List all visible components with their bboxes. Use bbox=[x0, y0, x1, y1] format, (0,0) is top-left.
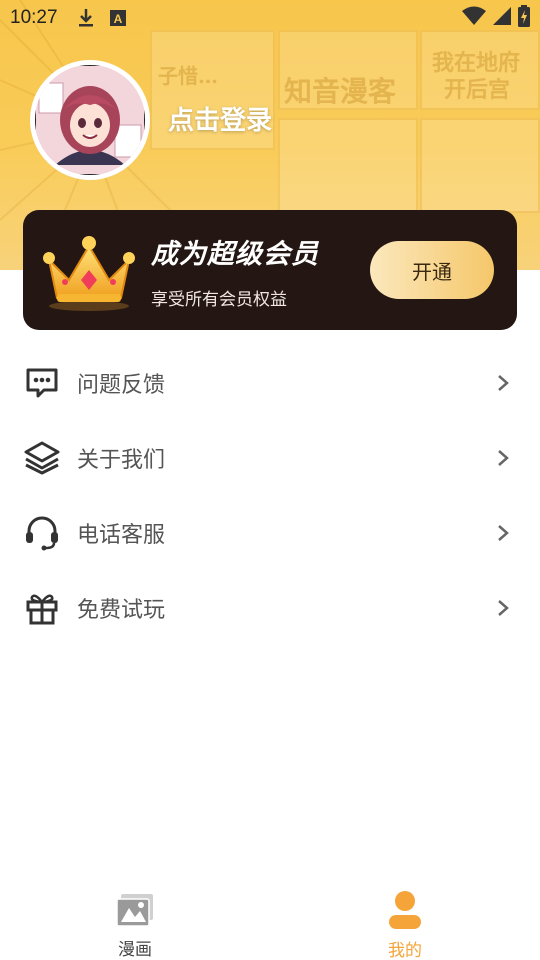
download-icon bbox=[74, 6, 98, 30]
menu-item-phone-support[interactable]: 电话客服 bbox=[0, 495, 540, 570]
battery-icon bbox=[518, 5, 530, 31]
chevron-right-icon bbox=[498, 524, 509, 541]
gift-icon bbox=[24, 590, 60, 626]
svg-text:A: A bbox=[113, 12, 122, 26]
vip-title: 成为超级会员 bbox=[151, 239, 319, 270]
chevron-right-icon bbox=[498, 374, 509, 391]
status-bar: 10:27 A bbox=[0, 0, 540, 36]
user-icon bbox=[385, 890, 425, 930]
menu-item-label: 免费试玩 bbox=[77, 597, 166, 623]
hero-decor-text: 知音漫客 bbox=[284, 75, 397, 108]
layers-icon bbox=[24, 440, 60, 476]
menu-item-label: 关于我们 bbox=[77, 447, 166, 473]
menu-item-feedback[interactable]: 问题反馈 bbox=[0, 345, 540, 420]
status-time: 10:27 bbox=[10, 7, 58, 28]
nav-tab-label: 漫画 bbox=[118, 940, 152, 960]
vip-card[interactable]: 成为超级会员 享受所有会员权益 开通 bbox=[23, 210, 517, 330]
crown-icon bbox=[43, 236, 135, 311]
hero-decor-text: 开后宫 bbox=[444, 77, 511, 103]
comic-image-icon bbox=[115, 890, 155, 929]
signal-icon bbox=[492, 6, 512, 30]
avatar-image bbox=[35, 65, 145, 175]
wifi-icon bbox=[462, 6, 486, 30]
menu-item-label: 电话客服 bbox=[77, 522, 166, 548]
headset-icon bbox=[24, 515, 60, 551]
nav-tab-mine[interactable]: 我的 bbox=[270, 870, 540, 960]
chevron-right-icon bbox=[498, 599, 509, 616]
settings-menu: 问题反馈 关于我们 电话客服 免费试玩 bbox=[0, 345, 540, 645]
vip-open-button[interactable]: 开通 bbox=[370, 241, 494, 299]
vip-subtitle: 享受所有会员权益 bbox=[151, 290, 287, 310]
menu-item-free-trial[interactable]: 免费试玩 bbox=[0, 570, 540, 645]
comic-panel bbox=[278, 118, 418, 213]
chevron-right-icon bbox=[498, 449, 509, 466]
comic-panel bbox=[420, 118, 540, 213]
hero-decor-text: 子惜… bbox=[158, 64, 218, 88]
nav-tab-label: 我的 bbox=[388, 941, 422, 960]
login-link[interactable]: 点击登录 bbox=[168, 100, 272, 137]
bottom-nav: 漫画 我的 bbox=[0, 870, 540, 960]
chat-bubble-icon bbox=[24, 365, 60, 401]
nav-tab-comics[interactable]: 漫画 bbox=[0, 870, 270, 960]
avatar[interactable] bbox=[30, 60, 150, 180]
a-badge-icon: A bbox=[106, 6, 130, 30]
menu-item-label: 问题反馈 bbox=[77, 372, 166, 398]
menu-item-about[interactable]: 关于我们 bbox=[0, 420, 540, 495]
